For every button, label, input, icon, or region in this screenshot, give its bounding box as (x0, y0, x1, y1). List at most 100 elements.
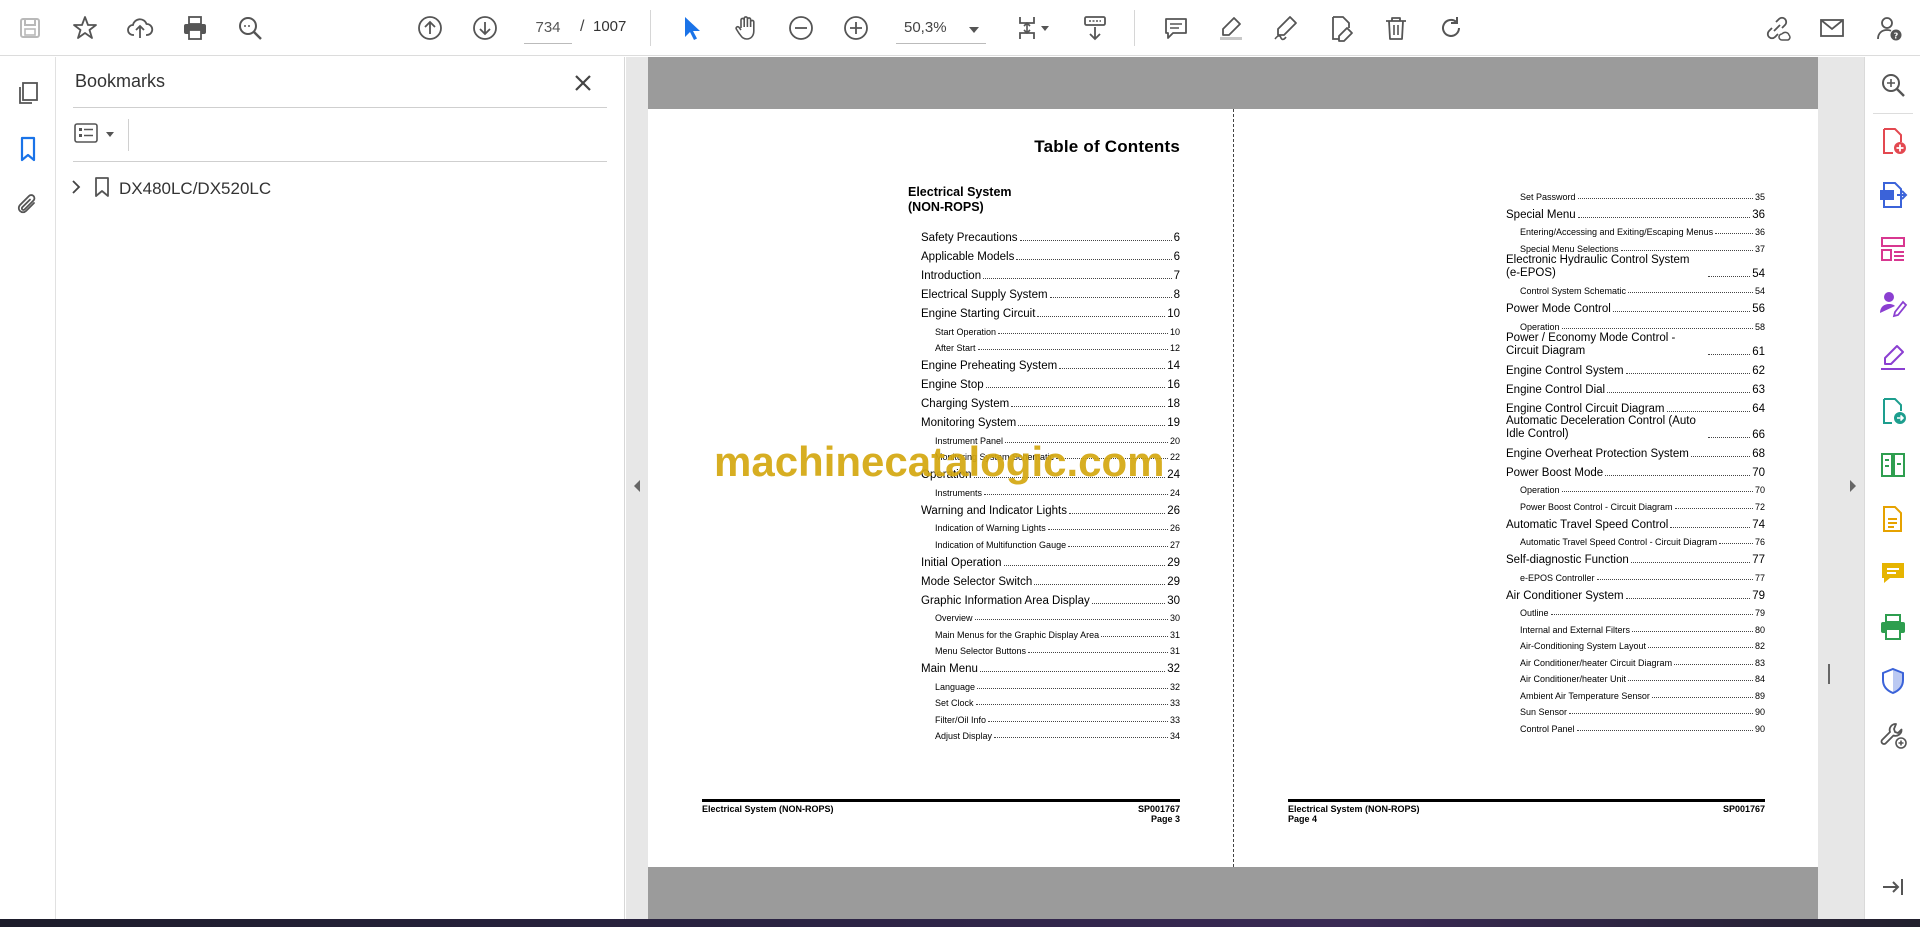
select-cursor-icon[interactable] (671, 8, 711, 48)
toc-entry[interactable]: Control Panel 90 (1520, 717, 1765, 734)
edit-document-icon[interactable] (1321, 8, 1361, 48)
toc-entry[interactable]: Menu Selector Buttons 31 (935, 640, 1180, 656)
toc-entry[interactable]: Special Menu Selections 37 (1520, 237, 1765, 254)
toc-entry[interactable]: Automatic Travel Speed Control 74 (1506, 512, 1765, 531)
toc-entry[interactable]: Power Mode Control 56 (1506, 296, 1765, 315)
draw-signature-icon[interactable] (1266, 8, 1306, 48)
toc-entry[interactable]: Main Menus for the Graphic Display Area 3… (935, 623, 1180, 640)
create-pdf-icon[interactable] (1873, 121, 1913, 161)
protect-shield-icon[interactable] (1873, 661, 1913, 701)
star-icon[interactable] (65, 8, 105, 48)
toc-entry[interactable]: Charging System 18 (921, 391, 1180, 410)
bookmarks-icon[interactable] (8, 129, 48, 169)
toc-entry[interactable]: Filter/Oil Info 33 (935, 708, 1180, 725)
toc-entry[interactable]: Monitoring System 19 (921, 410, 1180, 429)
comment-icon[interactable] (1156, 8, 1196, 48)
vertical-scrollbar[interactable] (1828, 664, 1830, 684)
toc-entry[interactable]: Introduction 7 (921, 263, 1180, 282)
toc-entry[interactable]: Automatic Travel Speed Control - Circuit… (1520, 531, 1765, 547)
toc-entry[interactable]: Entering/Accessing and Exiting/Escaping … (1520, 221, 1765, 237)
toc-entry[interactable]: Air Conditioner/heater Unit 84 (1520, 668, 1765, 684)
toc-entry[interactable]: Start Operation 10 (935, 320, 1180, 337)
share-link-icon[interactable] (1757, 8, 1797, 48)
page-layout-icon[interactable] (1010, 8, 1058, 48)
toc-entry[interactable]: Control System Schematic 54 (1520, 280, 1765, 296)
scroll-mode-icon[interactable] (1075, 8, 1115, 48)
toc-entry[interactable]: Engine Control System 62 (1506, 358, 1765, 377)
toc-entry[interactable]: Engine Starting Circuit 10 (921, 301, 1180, 320)
toc-entry[interactable]: Air Conditioner System 79 (1506, 583, 1765, 602)
comment-tool-icon[interactable] (1873, 553, 1913, 593)
toc-entry[interactable]: Power Boost Control - Circuit Diagram 72 (1520, 495, 1765, 512)
delete-icon[interactable] (1376, 8, 1416, 48)
toc-entry[interactable]: Engine Control Circuit Diagram 64 (1506, 396, 1765, 415)
compare-files-icon[interactable] (1873, 445, 1913, 485)
request-signature-icon[interactable] (1873, 283, 1913, 323)
page-thumbnails-icon[interactable] (8, 73, 48, 113)
email-icon[interactable] (1812, 8, 1852, 48)
zoom-out-icon[interactable] (781, 8, 821, 48)
close-icon[interactable] (567, 67, 599, 99)
rotate-icon[interactable] (1431, 8, 1471, 48)
print-icon[interactable] (175, 8, 215, 48)
highlight-icon[interactable] (1211, 8, 1251, 48)
toc-entry[interactable]: Outline 79 (1520, 602, 1765, 618)
hand-tool-icon[interactable] (726, 8, 766, 48)
search-zoom-icon[interactable] (230, 8, 270, 48)
fill-sign-icon[interactable] (1873, 337, 1913, 377)
toc-entry[interactable]: Main Menu 32 (921, 656, 1180, 675)
toc-entry[interactable]: Mode Selector Switch 29 (921, 569, 1180, 588)
print-production-icon[interactable] (1873, 607, 1913, 647)
toc-entry[interactable]: Operation 58 (1520, 315, 1765, 332)
toc-entry[interactable]: Set Clock 33 (935, 692, 1180, 708)
toc-entry[interactable]: Internal and External Filters 80 (1520, 618, 1765, 635)
zoom-search-icon[interactable] (1873, 65, 1913, 105)
toc-entry[interactable]: Power / Economy Mode Control - Circuit D… (1506, 332, 1765, 358)
toc-entry[interactable]: Language 32 (935, 675, 1180, 692)
bookmark-item[interactable]: DX480LC/DX520LC (69, 173, 271, 205)
toc-entry[interactable]: Power Boost Mode 70 (1506, 460, 1765, 479)
attachments-icon[interactable] (8, 185, 48, 225)
send-for-review-icon[interactable] (1873, 391, 1913, 431)
toc-entry[interactable]: Overview 30 (935, 607, 1180, 623)
toc-entry[interactable]: Air Conditioner/heater Circuit Diagram 83 (1520, 651, 1765, 668)
chevron-right-icon[interactable] (69, 178, 83, 201)
cloud-upload-icon[interactable] (120, 8, 160, 48)
toc-entry[interactable]: Indication of Warning Lights 26 (935, 517, 1180, 533)
toc-entry[interactable]: Air-Conditioning System Layout 82 (1520, 635, 1765, 651)
toc-entry[interactable]: Initial Operation 29 (921, 550, 1180, 569)
toc-entry[interactable]: Warning and Indicator Lights 26 (921, 498, 1180, 517)
toc-entry[interactable]: Safety Precautions 6 (921, 225, 1180, 244)
collapse-right-panel-icon[interactable] (1848, 478, 1858, 499)
toc-entry[interactable]: Automatic Deceleration Control (Auto Idl… (1506, 415, 1765, 441)
zoom-dropdown[interactable]: 50,3% (896, 12, 986, 44)
zoom-in-icon[interactable] (836, 8, 876, 48)
collapse-left-panel-icon[interactable] (632, 478, 642, 499)
next-page-icon[interactable] (465, 8, 505, 48)
account-help-icon[interactable]: ? (1869, 8, 1909, 48)
save-icon[interactable] (10, 8, 50, 48)
toc-entry[interactable]: Ambient Air Temperature Sensor 89 (1520, 684, 1765, 701)
collapse-tools-icon[interactable] (1873, 867, 1913, 907)
toc-entry[interactable]: e-EPOS Controller 77 (1520, 566, 1765, 583)
organize-pages-icon[interactable] (1873, 229, 1913, 269)
toc-entry[interactable]: Adjust Display 34 (935, 725, 1180, 741)
toc-entry[interactable]: After Start 12 (935, 337, 1180, 353)
edit-pdf-icon[interactable] (1873, 499, 1913, 539)
toc-entry[interactable]: Engine Preheating System 14 (921, 353, 1180, 372)
toc-entry[interactable]: Operation 70 (1520, 479, 1765, 495)
toc-entry[interactable]: Engine Control Dial 63 (1506, 377, 1765, 396)
toc-entry[interactable]: Graphic Information Area Display 30 (921, 588, 1180, 607)
export-pdf-icon[interactable] (1873, 175, 1913, 215)
toc-entry[interactable]: Electronic Hydraulic Control System (e-E… (1506, 254, 1765, 280)
toc-entry[interactable]: Engine Stop 16 (921, 372, 1180, 391)
toc-entry[interactable]: Electrical Supply System 8 (921, 282, 1180, 301)
more-tools-icon[interactable] (1873, 715, 1913, 755)
toc-entry[interactable]: Special Menu 36 (1506, 202, 1765, 221)
toc-entry[interactable]: Set Password 35 (1520, 185, 1765, 202)
toc-entry[interactable]: Sun Sensor 90 (1520, 701, 1765, 717)
previous-page-icon[interactable] (410, 8, 450, 48)
toc-entry[interactable]: Applicable Models 6 (921, 244, 1180, 263)
toc-entry[interactable]: Engine Overheat Protection System 68 (1506, 441, 1765, 460)
toc-entry[interactable]: Indication of Multifunction Gauge 27 (935, 533, 1180, 550)
